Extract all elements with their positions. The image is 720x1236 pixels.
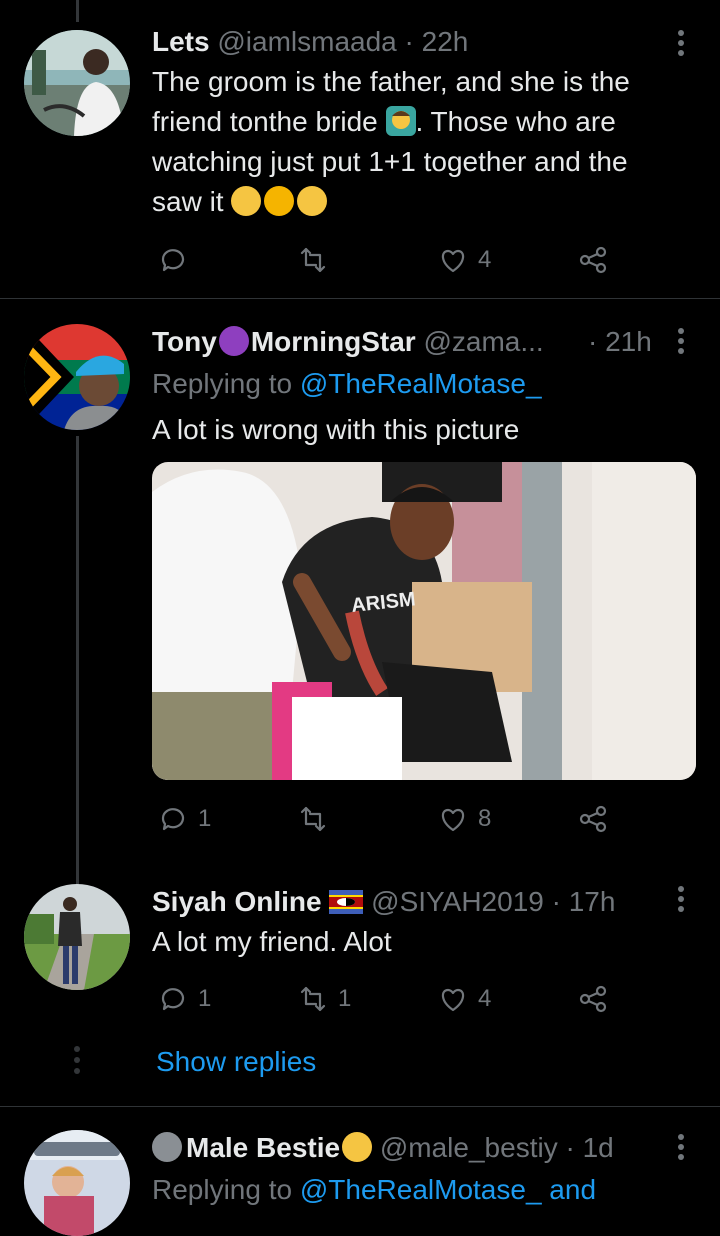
retweet-button[interactable] xyxy=(298,245,328,275)
avatar[interactable] xyxy=(24,884,130,990)
author-name-part: MorningStar xyxy=(250,326,416,357)
replying-to: Replying to @TheRealMotase_ and xyxy=(152,1172,596,1208)
tweet-image[interactable]: ARISM xyxy=(152,462,696,780)
show-replies-link[interactable]: Show replies xyxy=(156,1044,316,1080)
retweet-icon xyxy=(300,247,326,273)
reply-icon xyxy=(161,249,185,272)
author-handle[interactable]: @male_bestiy xyxy=(380,1132,558,1163)
author-handle[interactable]: @zama... xyxy=(423,326,543,357)
replying-to-link[interactable]: @TheRealMotase_ and xyxy=(300,1174,596,1205)
tweet-text-line: The groom is the father, and she is the xyxy=(152,66,630,97)
tweet-text: A lot my friend. Alot xyxy=(152,926,392,957)
like-icon xyxy=(441,249,465,273)
like-icon xyxy=(441,808,465,832)
separator-dot: · xyxy=(551,886,561,917)
avatar[interactable] xyxy=(24,1130,130,1236)
replying-prefix: Replying to xyxy=(152,368,300,399)
share-button[interactable] xyxy=(578,245,608,275)
more-icon[interactable] xyxy=(676,886,686,916)
replying-to-link[interactable]: @TheRealMotase_ xyxy=(300,368,542,399)
author-name[interactable]: Male Bestie xyxy=(152,1132,373,1163)
author-name-part: Male Bestie xyxy=(186,1132,341,1163)
like-button[interactable]: 4 xyxy=(438,984,491,1014)
tweet-text-line: watching just put 1+1 together and the xyxy=(152,146,628,177)
like-icon xyxy=(441,988,465,1012)
share-icon xyxy=(579,246,607,274)
thread-line-top xyxy=(76,0,79,22)
separator-dot: · xyxy=(565,1132,575,1163)
thread-line-tweet2 xyxy=(76,436,79,888)
tweet-header: Male Bestie @male_bestiy · 1d xyxy=(152,1130,614,1166)
like-button[interactable]: 8 xyxy=(438,804,491,834)
like-button[interactable]: 4 xyxy=(438,245,491,275)
author-name[interactable]: Lets xyxy=(152,26,210,57)
eswatini-flag-icon xyxy=(329,887,364,914)
author-name-part: Siyah Online xyxy=(152,886,322,917)
reply-button[interactable]: 1 xyxy=(158,984,211,1014)
like-count: 4 xyxy=(478,246,492,273)
share-icon xyxy=(579,985,607,1013)
share-button[interactable] xyxy=(578,984,608,1014)
retweet-count: 1 xyxy=(338,985,352,1012)
tweet-text: The groom is the father, and she is the … xyxy=(152,62,672,222)
tweet-text-part: friend tonthe bride xyxy=(152,106,378,137)
replying-to: Replying to @TheRealMotase_ xyxy=(152,366,542,402)
reply-count: 1 xyxy=(198,985,212,1012)
separator-dot: · xyxy=(404,26,414,57)
like-count: 8 xyxy=(478,805,492,832)
alien-emoji-icon xyxy=(152,1132,182,1162)
retweet-icon xyxy=(300,806,326,832)
like-count: 4 xyxy=(478,985,492,1012)
tweet-text: A lot is wrong with this picture xyxy=(152,414,520,445)
author-name-part: Tony xyxy=(152,326,217,357)
tweet-header: Tony MorningStar @zama... xyxy=(152,324,544,360)
author-name[interactable]: Siyah Online xyxy=(152,886,364,917)
tweet-text-line: friend tonthe bride . Those who are xyxy=(152,102,672,142)
more-icon[interactable] xyxy=(676,30,686,60)
more-icon[interactable] xyxy=(676,1134,686,1164)
laughing-tears-emoji-icon xyxy=(231,186,262,216)
face-palm-emoji-icon xyxy=(385,106,416,136)
timestamp[interactable]: 17h xyxy=(569,886,616,917)
reply-button[interactable] xyxy=(158,245,188,275)
retweet-button[interactable]: 1 xyxy=(298,984,351,1014)
timestamp[interactable]: 22h xyxy=(422,26,469,57)
reply-icon xyxy=(161,988,185,1011)
rofl-emoji-icon xyxy=(264,186,295,216)
tweet-header: Lets @iamlsmaada · 22h xyxy=(152,24,468,60)
smiling-emoji-icon xyxy=(342,1132,373,1162)
author-handle[interactable]: @SIYAH2019 xyxy=(371,886,544,917)
author-name[interactable]: Tony MorningStar xyxy=(152,326,416,357)
avatar[interactable] xyxy=(24,324,130,430)
reply-icon xyxy=(161,808,185,831)
tweet-header: Siyah Online @SIYAH2019 · 17h xyxy=(152,884,615,920)
thread-dots xyxy=(74,1046,80,1074)
author-handle[interactable]: @iamlsmaada xyxy=(217,26,396,57)
tweet-text-part: . Those who are xyxy=(415,106,616,137)
share-icon xyxy=(579,805,607,833)
replying-prefix: Replying to xyxy=(152,1174,300,1205)
more-icon[interactable] xyxy=(676,328,686,358)
divider xyxy=(0,1106,720,1107)
timestamp[interactable]: · 21h xyxy=(588,324,652,360)
tweet-text-line: saw it xyxy=(152,182,672,222)
retweet-button[interactable] xyxy=(298,804,328,834)
timestamp[interactable]: 1d xyxy=(583,1132,614,1163)
reply-button[interactable]: 1 xyxy=(158,804,211,834)
retweet-icon xyxy=(300,986,326,1012)
reply-count: 1 xyxy=(198,805,212,832)
share-button[interactable] xyxy=(578,804,608,834)
laughing-tears-emoji-icon xyxy=(297,186,328,216)
avatar[interactable] xyxy=(24,30,130,136)
divider xyxy=(0,298,720,299)
devil-emoji-icon xyxy=(218,326,249,356)
tweet-text-part: saw it xyxy=(152,186,224,217)
